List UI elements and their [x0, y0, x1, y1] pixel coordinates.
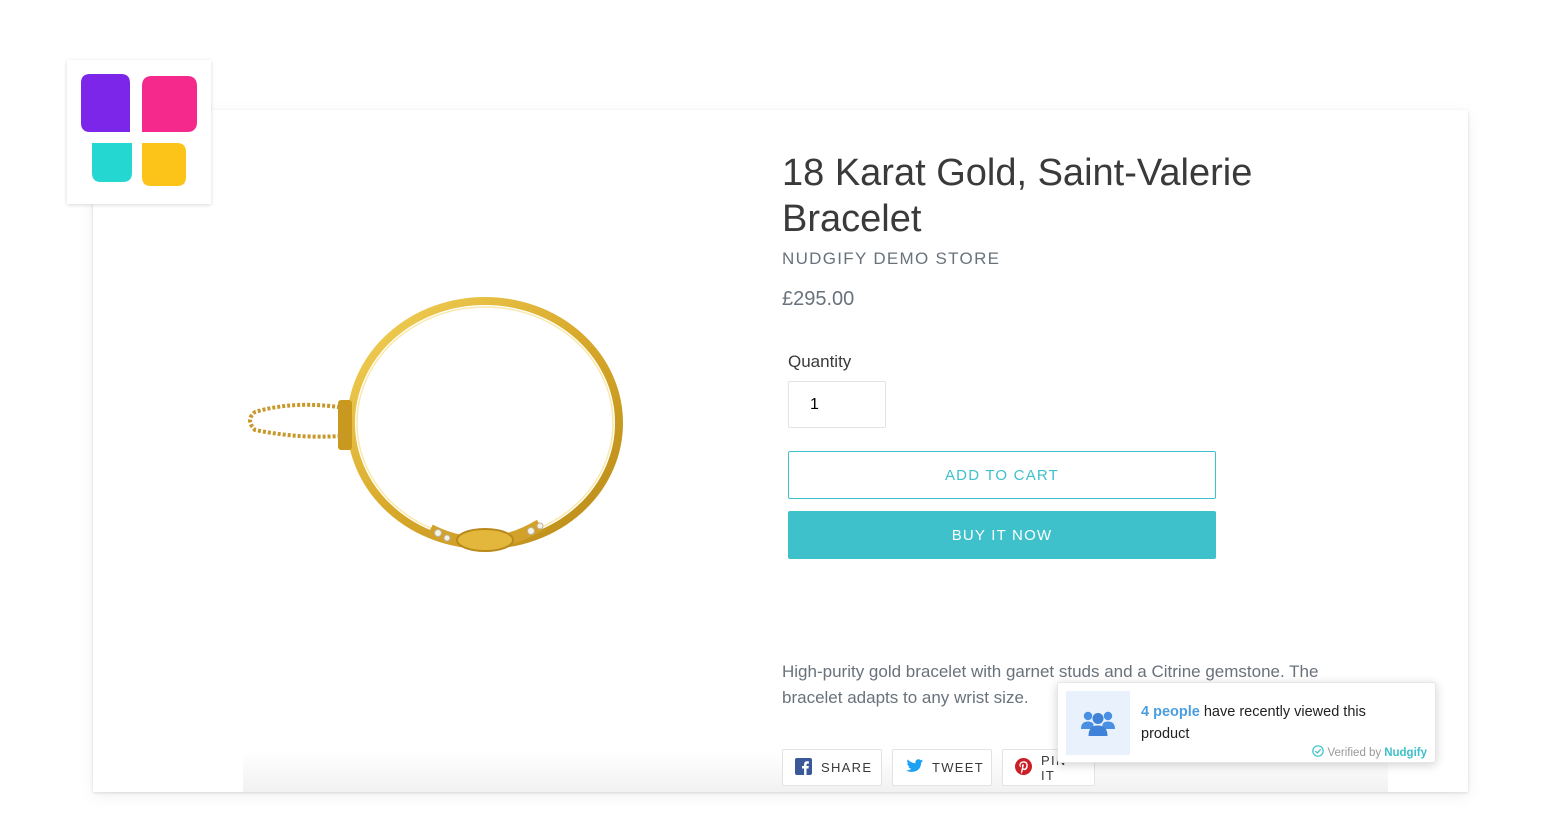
verified-prefix: Verified by — [1327, 746, 1382, 759]
twitter-icon — [905, 758, 932, 777]
quantity-label: Quantity — [788, 352, 852, 371]
verified-brand: Nudgify — [1384, 746, 1427, 759]
share-facebook-label: SHARE — [821, 760, 873, 775]
social-proof-notification[interactable]: 4 people have recently viewed this produ… — [1057, 682, 1436, 763]
quantity-input[interactable] — [788, 381, 886, 428]
verified-badge[interactable]: Verified by Nudgify — [1312, 745, 1427, 760]
product-title: 18 Karat Gold, Saint-Valerie Bracelet — [782, 152, 1253, 240]
buy-it-now-button[interactable]: BUY IT NOW — [788, 511, 1216, 559]
pinterest-icon — [1015, 757, 1041, 778]
add-to-cart-button[interactable]: ADD TO CART — [788, 451, 1216, 499]
product-vendor[interactable]: NUDGIFY DEMO STORE — [782, 249, 1000, 269]
notification-message: 4 people have recently viewed this produ… — [1141, 701, 1411, 745]
people-group-icon — [1066, 691, 1130, 755]
product-price: £295.00 — [782, 288, 855, 310]
check-circle-icon — [1312, 745, 1327, 760]
share-twitter-button[interactable]: TWEET — [892, 749, 992, 786]
notification-count: 4 people — [1141, 704, 1200, 720]
facebook-icon — [795, 757, 821, 778]
share-facebook-button[interactable]: SHARE — [782, 749, 882, 786]
nudgify-logo-icon — [67, 60, 211, 204]
gold-bracelet-image — [235, 290, 635, 570]
share-twitter-label: TWEET — [932, 760, 984, 775]
